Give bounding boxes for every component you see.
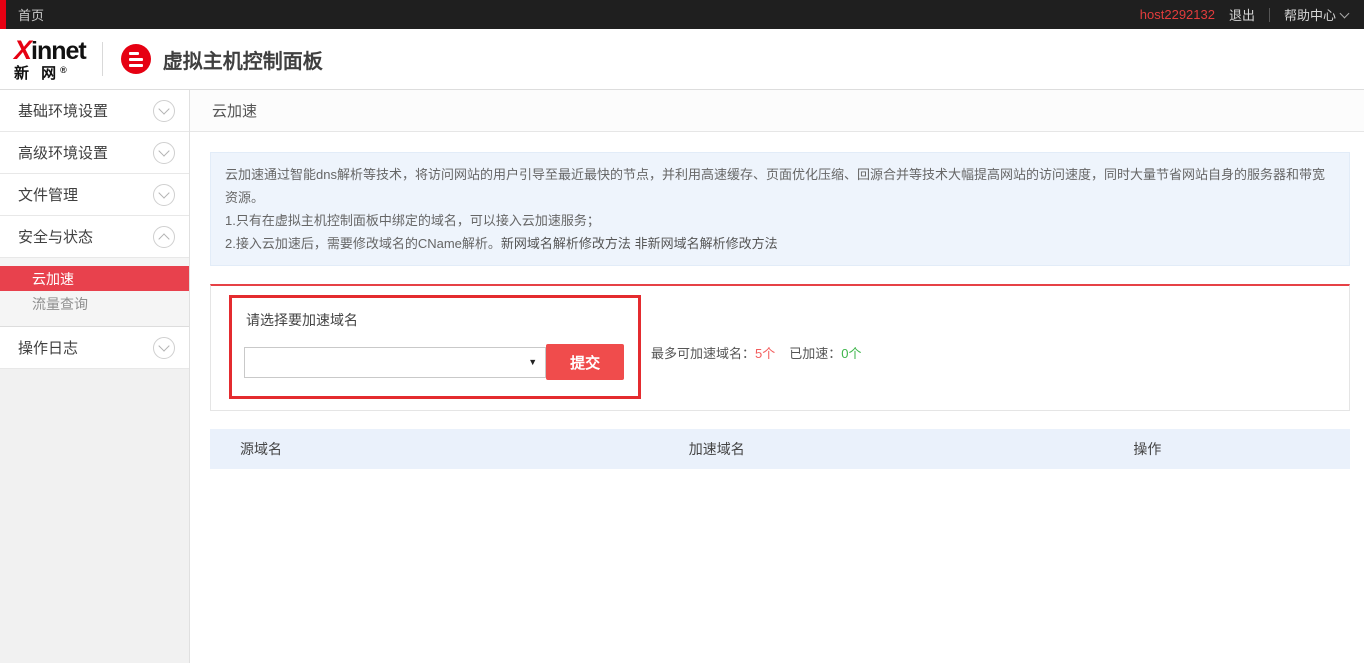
domain-select-label: 请选择要加速域名	[246, 310, 624, 330]
sidebar: 基础环境设置 高级环境设置 文件管理 安全与状态 云加速 流量查询 操作日志	[0, 90, 190, 663]
quota-status: 最多可加速域名：5个已加速：0个	[651, 343, 862, 362]
select-caret-icon: ▼	[528, 357, 537, 367]
acceleration-form-panel: 请选择要加速域名 ▼ 提交 最多可加速域名：5个已加速：0个	[210, 284, 1350, 411]
chevron-down-circle-icon	[153, 100, 175, 122]
sidebar-filler	[0, 369, 189, 663]
logout-link[interactable]: 退出	[1229, 5, 1255, 24]
username-label[interactable]: host2292132	[1140, 7, 1215, 22]
column-header-source-domain: 源域名	[210, 439, 689, 459]
sidebar-item-label: 高级环境设置	[18, 142, 108, 163]
used-label: 已加速：	[789, 346, 841, 361]
sidebar-item-basic-env[interactable]: 基础环境设置	[0, 90, 189, 132]
chevron-down-icon	[1340, 8, 1350, 18]
domain-select[interactable]: ▼	[244, 347, 546, 378]
info-line-2: 1.只有在虚拟主机控制面板中绑定的域名，可以接入云加速服务；	[225, 209, 1335, 232]
logo-x-glyph: X	[14, 35, 31, 65]
info-line-3: 2.接入云加速后，需要修改域名的CName解析。新网域名解析修改方法 非新网域名…	[225, 232, 1335, 255]
highlight-annotation-box: 请选择要加速域名 ▼ 提交	[229, 295, 641, 399]
registered-mark: ®	[60, 65, 67, 75]
main-area: 云加速 云加速通过智能dns解析等技术，将访问网站的用户引导至最近最快的节点，并…	[190, 90, 1364, 663]
sidebar-item-label: 基础环境设置	[18, 100, 108, 121]
menu-icon	[121, 44, 151, 74]
sidebar-item-advanced-env[interactable]: 高级环境设置	[0, 132, 189, 174]
sidebar-subitem-cloud-acceleration[interactable]: 云加速	[0, 266, 189, 291]
column-header-accelerated-domain: 加速域名	[689, 439, 1134, 459]
quota-label: 最多可加速域名：	[651, 346, 755, 361]
sidebar-item-operation-log[interactable]: 操作日志	[0, 327, 189, 369]
column-header-action: 操作	[1133, 439, 1350, 459]
chevron-down-circle-icon	[153, 184, 175, 206]
menu-icon-bar	[129, 64, 143, 67]
topbar-red-strip	[0, 0, 6, 29]
content: 云加速通过智能dns解析等技术，将访问网站的用户引导至最近最快的节点，并利用高速…	[190, 132, 1364, 469]
xinnet-logo[interactable]: Xinnet 新 网®	[14, 37, 86, 81]
topbar-right: host2292132 退出 帮助中心	[1140, 5, 1364, 24]
form-row: ▼ 提交	[244, 344, 624, 380]
home-link[interactable]: 首页	[18, 5, 44, 24]
help-center-label: 帮助中心	[1284, 5, 1336, 24]
info-line-3-text: 2.接入云加速后，需要修改域名的CName解析。	[225, 236, 501, 251]
page-body: 基础环境设置 高级环境设置 文件管理 安全与状态 云加速 流量查询 操作日志 云…	[0, 90, 1364, 663]
info-line-1: 云加速通过智能dns解析等技术，将访问网站的用户引导至最近最快的节点，并利用高速…	[225, 163, 1335, 209]
menu-icon-bar	[129, 58, 143, 61]
logo-rest: innet	[31, 37, 86, 65]
info-box: 云加速通过智能dns解析等技术，将访问网站的用户引导至最近最快的节点，并利用高速…	[210, 152, 1350, 266]
sidebar-item-file-manage[interactable]: 文件管理	[0, 174, 189, 216]
page-title: 云加速	[190, 90, 1364, 132]
sidebar-submenu-security: 云加速 流量查询	[0, 258, 189, 327]
app-header: Xinnet 新 网® 虚拟主机控制面板	[0, 29, 1364, 90]
chevron-up-circle-icon	[153, 226, 175, 248]
domains-table-header: 源域名 加速域名 操作	[210, 429, 1350, 469]
submit-button[interactable]: 提交	[546, 344, 624, 380]
sidebar-subitem-traffic-query[interactable]: 流量查询	[0, 291, 189, 316]
sidebar-item-label: 操作日志	[18, 337, 78, 358]
menu-icon-bar	[129, 52, 139, 55]
non-xinnet-dns-guide-link[interactable]: 非新网域名解析修改方法	[635, 236, 778, 251]
logo-chinese: 新 网®	[14, 66, 86, 81]
header-divider	[102, 42, 103, 76]
topbar: 首页 host2292132 退出 帮助中心	[0, 0, 1364, 29]
sidebar-item-security-status[interactable]: 安全与状态	[0, 216, 189, 258]
logo-wordmark: Xinnet	[14, 37, 86, 64]
quota-value: 5个	[755, 346, 775, 361]
sidebar-item-label: 文件管理	[18, 184, 78, 205]
chevron-down-circle-icon	[153, 337, 175, 359]
chevron-down-circle-icon	[153, 142, 175, 164]
app-title: 虚拟主机控制面板	[163, 45, 323, 74]
used-value: 0个	[841, 346, 861, 361]
topbar-divider	[1269, 8, 1270, 22]
xinnet-dns-guide-link[interactable]: 新网域名解析修改方法	[501, 236, 631, 251]
help-center-menu[interactable]: 帮助中心	[1284, 5, 1348, 24]
sidebar-item-label: 安全与状态	[18, 226, 93, 247]
